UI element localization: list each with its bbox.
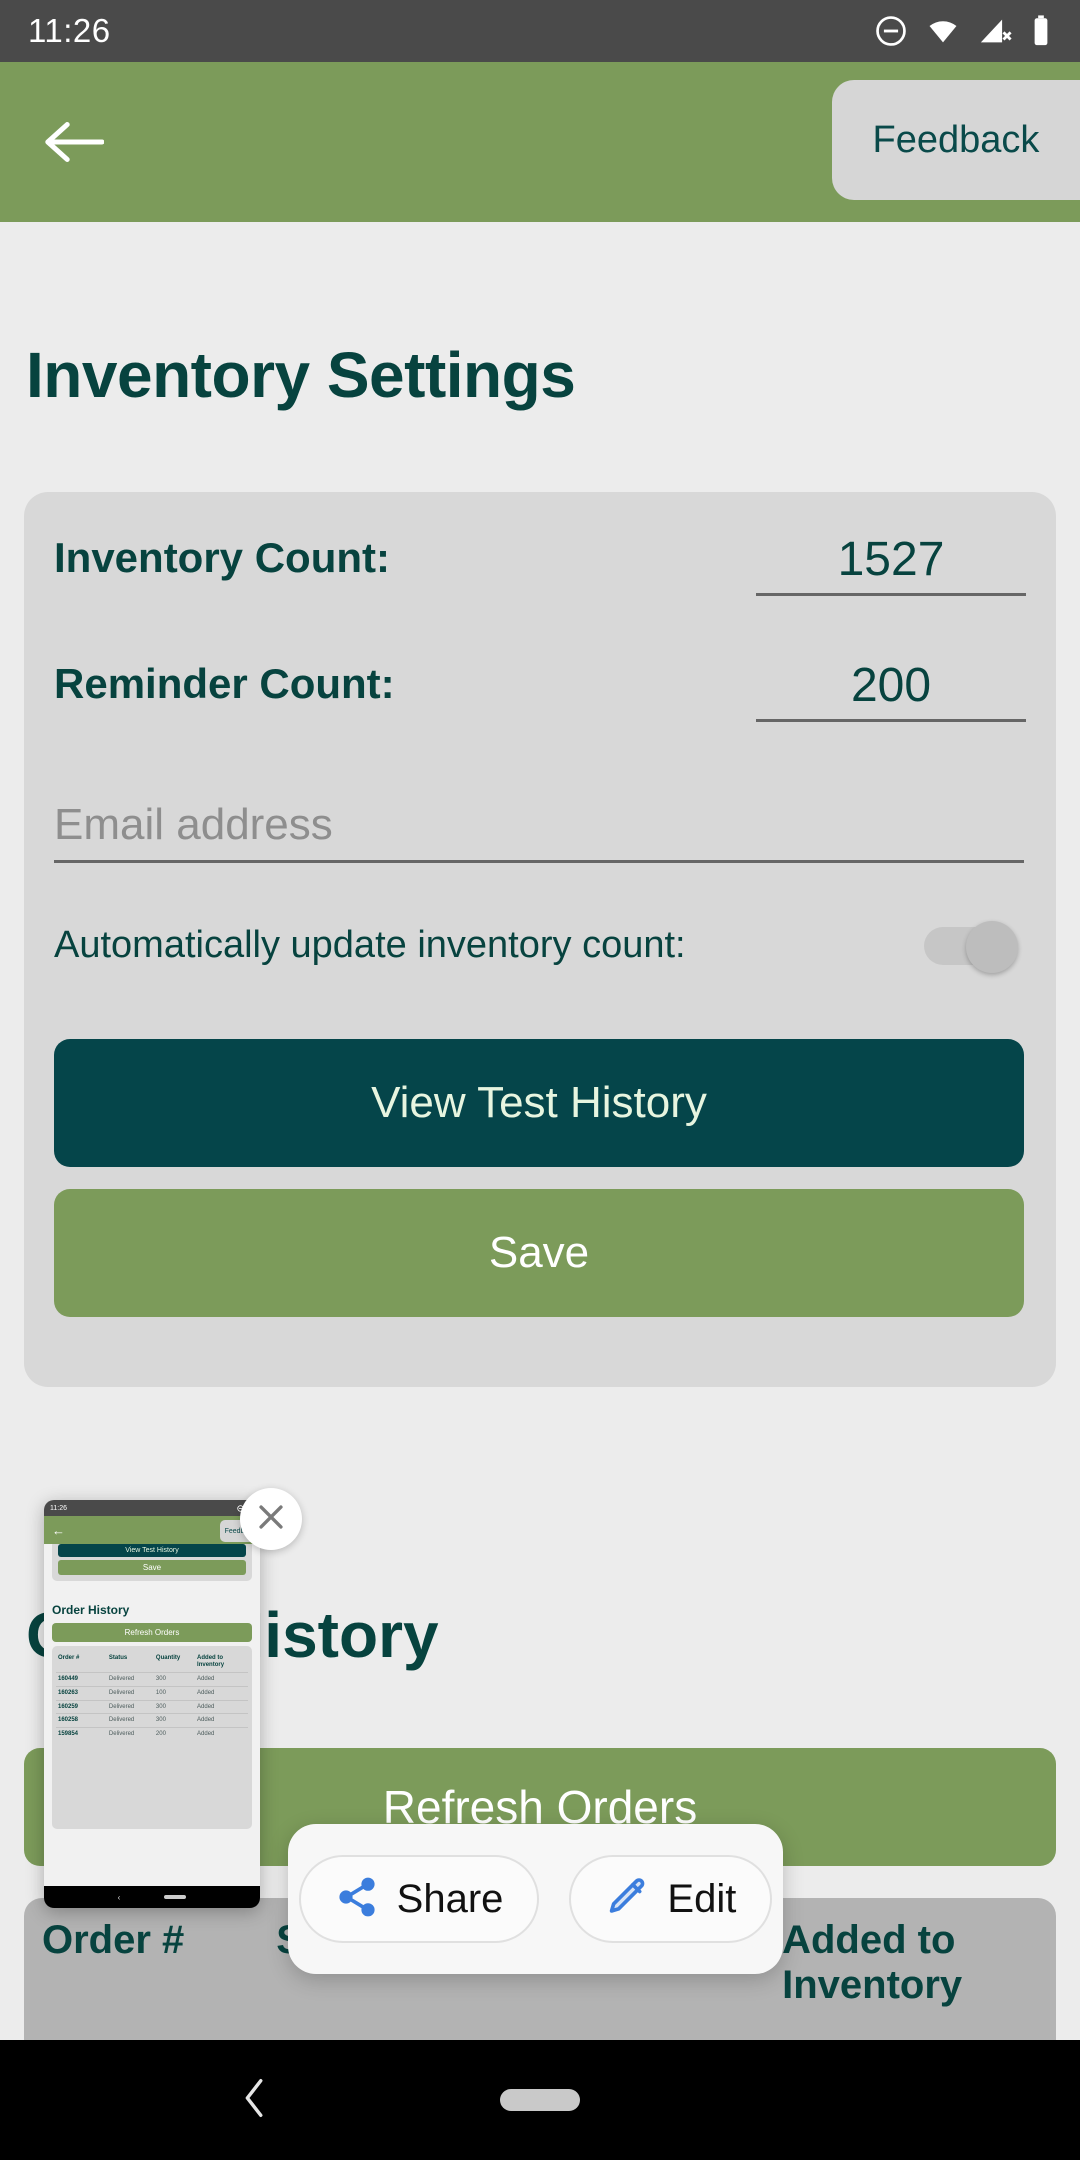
thumbnail-app-bar: ← Feedback: [44, 1516, 260, 1544]
share-icon: [335, 1875, 379, 1924]
system-nav-bar: [0, 2040, 1080, 2160]
thumbnail-col-added: Added to Inventory: [197, 1655, 225, 1668]
save-button-label: Save: [488, 1228, 590, 1277]
status-bar: 11:26: [0, 0, 1080, 62]
cell-quantity: 300: [155, 1675, 166, 1682]
thumbnail-order-table: Order # Status Quantity Added to Invento…: [52, 1646, 252, 1829]
toggle-thumb: [966, 921, 1018, 973]
screenshot-thumbnail-preview[interactable]: 11:26 ← Feedback View Test History Save …: [44, 1500, 260, 1908]
pencil-icon: [605, 1875, 649, 1924]
cell-quantity: 300: [155, 1703, 166, 1710]
cell-quantity: 100: [155, 1689, 166, 1696]
cell-quantity: 200: [155, 1731, 166, 1738]
inventory-count-input[interactable]: 1527: [756, 532, 1026, 596]
cell-status: Delivered: [108, 1675, 135, 1682]
inventory-settings-card: Inventory Count: 1527 Reminder Count: 20…: [24, 492, 1056, 1387]
wifi-icon: [926, 14, 960, 48]
table-row: 160263 Delivered 100 Added: [56, 1685, 248, 1700]
cell-added: Added: [197, 1703, 215, 1710]
cell-status: Delivered: [108, 1731, 135, 1738]
cell-order: 159854: [58, 1731, 79, 1738]
thumbnail-back-arrow-icon: ←: [52, 1523, 65, 1538]
share-button-label: Share: [396, 1876, 504, 1921]
reminder-count-value: 200: [850, 659, 932, 712]
inventory-count-label: Inventory Count:: [54, 534, 390, 581]
feedback-button-label: Feedback: [872, 118, 1040, 161]
reminder-count-input[interactable]: 200: [756, 658, 1026, 722]
cell-added: Added: [197, 1731, 215, 1738]
thumbnail-nav-back-icon: ‹: [117, 1892, 121, 1902]
thumbnail-home-pill: [164, 1895, 187, 1899]
cell-order: 160258: [58, 1717, 79, 1724]
thumbnail-col-order: Order #: [58, 1655, 80, 1661]
cell-status: Delivered: [108, 1717, 135, 1724]
view-test-history-label: View Test History: [371, 1078, 707, 1127]
inventory-count-value: 1527: [837, 533, 945, 586]
thumbnail-view-history-button: View Test History: [58, 1544, 246, 1557]
cell-added: Added: [197, 1689, 215, 1696]
table-row: 159854 Delivered 200 Added: [56, 1727, 248, 1741]
auto-update-row: Automatically update inventory count:: [54, 921, 1026, 973]
email-input-placeholder: Email address: [54, 800, 333, 849]
auto-update-label: Automatically update inventory count:: [54, 923, 686, 966]
cell-quantity: 300: [155, 1717, 166, 1724]
cell-added: Added: [197, 1675, 215, 1682]
app-bar: Feedback: [0, 62, 1080, 222]
cell-order: 160259: [58, 1703, 79, 1710]
cell-status: Delivered: [108, 1703, 135, 1710]
phone-screen: 11:26 Feedback Inventory Settings Invent…: [0, 0, 1080, 2160]
thumbnail-refresh-orders-button: Refresh Orders: [52, 1623, 252, 1642]
thumbnail-settings-card: View Test History Save: [52, 1540, 252, 1581]
thumbnail-table-header-row: Order # Status Quantity Added to Invento…: [56, 1652, 248, 1672]
column-header-order: Order #: [42, 1918, 185, 1962]
edit-button[interactable]: Edit: [569, 1855, 773, 1943]
thumbnail-status-bar: 11:26: [44, 1500, 260, 1516]
cell-order: 160449: [58, 1675, 79, 1682]
save-button[interactable]: Save: [54, 1189, 1024, 1317]
reminder-count-row: Reminder Count: 200: [54, 658, 1026, 722]
edit-button-label: Edit: [667, 1876, 737, 1921]
thumbnail-status-time: 11:26: [50, 1504, 67, 1512]
status-bar-time: 11:26: [28, 12, 111, 49]
battery-icon: [1030, 14, 1052, 48]
close-icon: [254, 1500, 288, 1539]
auto-update-toggle[interactable]: [924, 921, 1018, 973]
do-not-disturb-icon: [874, 14, 908, 48]
home-pill[interactable]: [500, 2089, 580, 2111]
page-title: Inventory Settings: [26, 339, 576, 411]
reminder-count-label: Reminder Count:: [54, 660, 395, 707]
screenshot-action-popup: Share Edit: [288, 1824, 783, 1974]
view-test-history-button[interactable]: View Test History: [54, 1039, 1024, 1167]
inventory-count-row: Inventory Count: 1527: [54, 532, 1026, 596]
thumbnail-save-label: Save: [142, 1563, 162, 1572]
feedback-button[interactable]: Feedback: [832, 80, 1080, 200]
back-arrow-icon[interactable]: [40, 109, 106, 175]
thumbnail-refresh-label: Refresh Orders: [124, 1628, 180, 1637]
close-thumbnail-button[interactable]: [240, 1488, 302, 1550]
thumbnail-order-history-title: Order History: [52, 1603, 130, 1617]
thumbnail-view-history-label: View Test History: [125, 1547, 179, 1554]
thumbnail-col-quantity: Quantity: [155, 1655, 181, 1661]
status-bar-icons: [874, 14, 1052, 48]
thumbnail-col-status: Status: [108, 1655, 128, 1661]
thumbnail-nav-bar: ‹: [44, 1886, 260, 1908]
table-row: 160258 Delivered 300 Added: [56, 1713, 248, 1727]
thumbnail-save-button: Save: [58, 1560, 246, 1575]
cell-order: 160263: [58, 1689, 79, 1696]
table-row: 160449 Delivered 300 Added: [56, 1671, 248, 1686]
share-button[interactable]: Share: [298, 1855, 540, 1943]
email-input[interactable]: Email address: [54, 800, 1024, 863]
cell-added: Added: [197, 1717, 215, 1724]
table-row: 160259 Delivered 300 Added: [56, 1699, 248, 1714]
row-spacer: [54, 596, 1026, 658]
cellular-off-icon: [978, 14, 1012, 48]
nav-back-icon[interactable]: [238, 2075, 272, 2126]
column-header-added: Added to Inventory: [782, 1918, 963, 2007]
cell-status: Delivered: [108, 1689, 135, 1696]
